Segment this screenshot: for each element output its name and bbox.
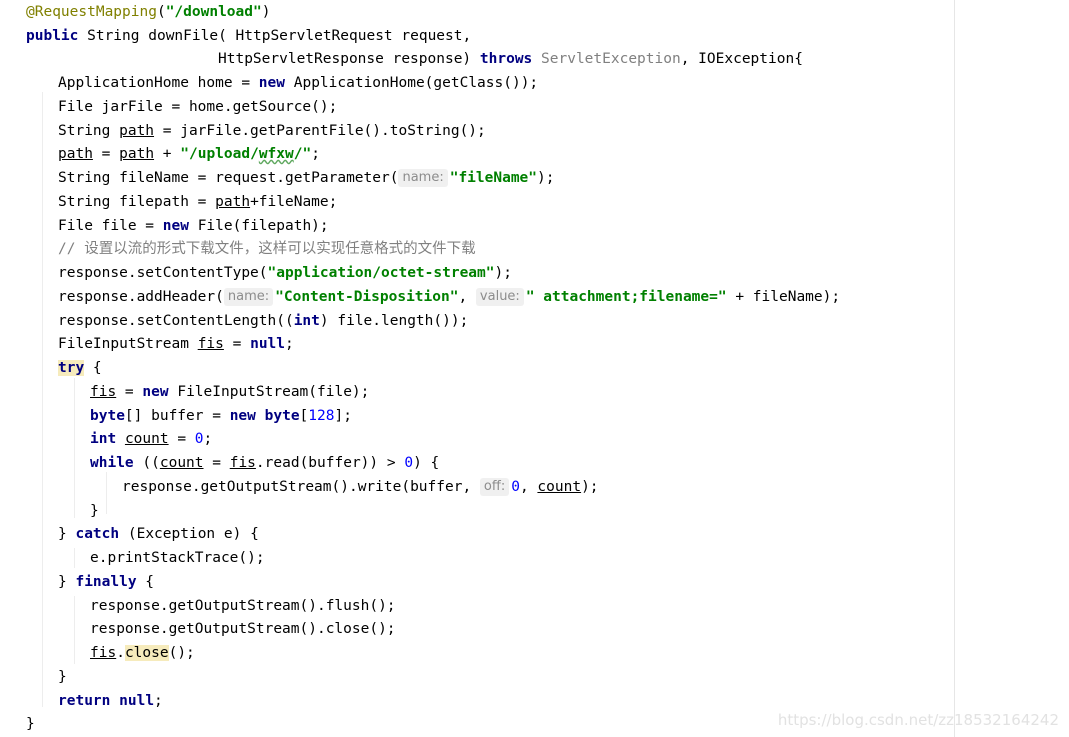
keyword: throws <box>479 51 533 67</box>
reassigned-variable: fis <box>90 384 117 400</box>
parameter-hint: name: <box>398 169 448 187</box>
reassigned-variable: path <box>119 123 155 139</box>
right-margin-guide <box>954 0 955 737</box>
keyword: null <box>119 693 155 709</box>
code-line[interactable]: String fileName = request.getParameter(n… <box>58 167 555 191</box>
keyword: new <box>142 384 169 400</box>
code-line[interactable]: } <box>90 500 99 524</box>
code-line[interactable]: while ((count = fis.read(buffer)) > 0) { <box>90 452 439 476</box>
code-line[interactable]: String path = jarFile.getParentFile().to… <box>58 120 486 144</box>
indent-guide <box>42 92 43 707</box>
parameter-hint: value: <box>475 288 524 306</box>
reassigned-variable: path <box>215 194 251 210</box>
string-literal: "Content-Disposition" <box>275 289 459 305</box>
keyword-highlighted: try <box>58 360 85 376</box>
keyword: new <box>229 408 256 424</box>
code-line[interactable]: File jarFile = home.getSource(); <box>58 96 337 120</box>
keyword: return <box>58 693 111 709</box>
number-literal: 0 <box>404 455 414 471</box>
code-line[interactable]: public String downFile( HttpServletReque… <box>26 25 471 49</box>
reassigned-variable: count <box>159 455 204 471</box>
keyword: new <box>162 218 189 234</box>
parameter-hint: off: <box>479 478 510 496</box>
reassigned-variable: count <box>537 479 582 495</box>
reassigned-variable: fis <box>197 336 224 352</box>
string-literal: "application/octet-stream" <box>267 265 495 281</box>
code-line[interactable]: response.addHeader(name: "Content-Disposi… <box>58 286 840 310</box>
code-line[interactable]: response.setContentType("application/oct… <box>58 262 512 286</box>
number-literal: 128 <box>308 408 335 424</box>
indent-guide <box>106 472 107 514</box>
code-line[interactable]: response.getOutputStream().write(buffer,… <box>122 476 599 500</box>
keyword: while <box>90 455 134 471</box>
keyword: new <box>258 75 285 91</box>
indent-guide <box>74 596 75 664</box>
code-line[interactable]: } <box>26 713 35 737</box>
code-line[interactable]: fis = new FileInputStream(file); <box>90 381 369 405</box>
indent-guide <box>74 548 75 568</box>
string-literal: "/download" <box>165 4 262 20</box>
code-line[interactable]: int count = 0; <box>90 428 212 452</box>
comment: // 设置以流的形式下载文件，这样可以实现任意格式的文件下载 <box>58 241 476 257</box>
watermark: https://blog.csdn.net/zz18532164242 <box>777 711 1059 729</box>
code-line[interactable]: fis.close(); <box>90 642 195 666</box>
code-line[interactable]: response.setContentLength((int) file.len… <box>58 310 468 334</box>
parameter-hint: name: <box>223 288 274 306</box>
code-line[interactable]: String filepath = path+fileName; <box>58 191 337 215</box>
keyword: int <box>293 313 320 329</box>
unused-exception: ServletException <box>541 51 681 67</box>
code-editor[interactable]: @RequestMapping("/download") public Stri… <box>0 0 1069 737</box>
string-literal: "/upload/ <box>180 146 259 162</box>
code-line[interactable]: File file = new File(filepath); <box>58 215 329 239</box>
number-literal: 0 <box>194 431 204 447</box>
reassigned-variable: path <box>119 146 155 162</box>
highlighted-method: close <box>124 645 169 661</box>
reassigned-variable: fis <box>90 645 117 661</box>
reassigned-variable: fis <box>229 455 256 471</box>
code-line[interactable]: try { <box>58 357 102 381</box>
string-literal: /" <box>293 146 312 162</box>
code-line[interactable]: path = path + "/upload/wfxw/"; <box>58 143 320 167</box>
keyword: catch <box>75 526 120 542</box>
code-line[interactable]: e.printStackTrace(); <box>90 547 265 571</box>
string-literal: "fileName" <box>449 170 538 186</box>
code-line[interactable]: ApplicationHome home = new ApplicationHo… <box>58 72 538 96</box>
code-line[interactable]: @RequestMapping("/download") <box>26 1 270 25</box>
code-line[interactable]: // 设置以流的形式下载文件，这样可以实现任意格式的文件下载 <box>58 238 476 262</box>
keyword: null <box>250 336 286 352</box>
code-line[interactable]: response.getOutputStream().close(); <box>90 618 396 642</box>
code-line[interactable]: return null; <box>58 690 163 714</box>
indent-guide <box>74 378 75 518</box>
keyword: public <box>26 28 79 44</box>
spelling-warning: wfxw <box>258 146 294 162</box>
code-line[interactable]: byte[] buffer = new byte[128]; <box>90 405 352 429</box>
keyword: finally <box>75 574 137 590</box>
number-literal: 0 <box>511 479 520 495</box>
code-line[interactable]: } <box>58 666 67 690</box>
keyword: byte <box>264 408 300 424</box>
code-line[interactable]: HttpServletResponse response) throws Ser… <box>218 48 803 72</box>
reassigned-variable: path <box>58 146 93 162</box>
code-line[interactable]: } catch (Exception e) { <box>58 523 259 547</box>
string-literal: " attachment;filename=" <box>525 289 727 305</box>
keyword: byte <box>90 408 125 424</box>
reassigned-variable: count <box>124 431 169 447</box>
annotation: @RequestMapping <box>26 4 157 20</box>
keyword: int <box>90 431 117 447</box>
code-line[interactable]: response.getOutputStream().flush(); <box>90 595 396 619</box>
code-line[interactable]: FileInputStream fis = null; <box>58 333 294 357</box>
code-line[interactable]: } finally { <box>58 571 154 595</box>
